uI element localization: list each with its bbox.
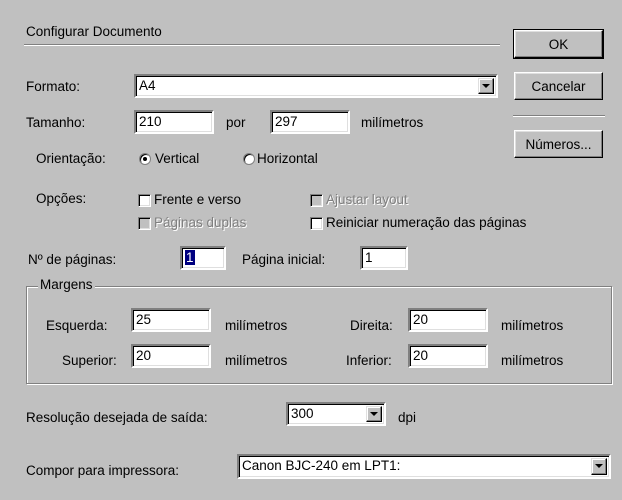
resolution-label: Resolução desejada de saída:: [26, 410, 208, 425]
restart-numbering-checkbox[interactable]: [310, 217, 323, 230]
format-combobox[interactable]: A4: [134, 74, 498, 98]
orientation-vertical-label[interactable]: Vertical: [155, 151, 199, 167]
margin-right-unit: milímetros: [501, 318, 564, 333]
orientation-label: Orientação:: [36, 151, 106, 166]
adjust-layout-checkbox: [310, 194, 323, 207]
dialog-heading: Configurar Documento: [26, 24, 162, 39]
height-input[interactable]: 297: [270, 110, 350, 134]
ok-button-label: OK: [548, 36, 569, 52]
margin-top-input[interactable]: 20: [131, 344, 211, 368]
margin-left-input[interactable]: 25: [131, 308, 211, 332]
margins-legend: Margens: [38, 277, 95, 293]
restart-numbering-label[interactable]: Reiniciar numeração das páginas: [326, 215, 526, 231]
resolution-unit: dpi: [398, 410, 417, 425]
options-label: Opções:: [36, 191, 87, 206]
margin-left-label: Esquerda:: [46, 318, 108, 333]
duplex-label[interactable]: Frente e verso: [154, 192, 241, 208]
margin-left-unit: milímetros: [225, 318, 288, 333]
adjust-layout-label: Ajustar layout: [326, 192, 408, 207]
printer-dropdown-arrow-icon[interactable]: [591, 458, 607, 475]
buttons-divider: [513, 115, 605, 117]
page-count-label: Nº de páginas:: [28, 252, 117, 267]
margin-bottom-input[interactable]: 20: [408, 344, 488, 368]
orientation-vertical-radio[interactable]: [139, 153, 151, 165]
cancel-button[interactable]: Cancelar: [514, 72, 603, 100]
numbers-button-label: Números...: [525, 136, 592, 152]
resolution-combobox[interactable]: 300: [286, 402, 386, 426]
margin-right-label: Direita:: [350, 318, 393, 333]
heading-divider: [24, 44, 500, 46]
margin-top-unit: milímetros: [225, 353, 288, 368]
orientation-horizontal-radio[interactable]: [243, 153, 255, 165]
margin-right-input[interactable]: 20: [408, 308, 488, 332]
numbers-button[interactable]: Números...: [514, 130, 603, 158]
double-pages-checkbox: [138, 217, 151, 230]
margin-top-label: Superior:: [62, 353, 117, 368]
width-input[interactable]: 210: [134, 110, 214, 134]
format-label: Formato:: [26, 79, 81, 94]
size-by-label: por: [226, 115, 246, 130]
size-unit-label: milímetros: [361, 115, 424, 130]
margin-bottom-label: Inferior:: [346, 353, 392, 368]
page-count-value: 1: [185, 250, 195, 265]
printer-label: Compor para impressora:: [26, 463, 180, 478]
ok-button[interactable]: OK: [513, 29, 604, 59]
printer-value: Canon BJC-240 em LPT1:: [242, 458, 401, 473]
orientation-horizontal-label[interactable]: Horizontal: [257, 151, 318, 167]
margins-group: [26, 286, 612, 384]
duplex-checkbox[interactable]: [138, 194, 151, 207]
cancel-button-label: Cancelar: [531, 78, 586, 94]
page-count-input[interactable]: 1: [180, 246, 226, 270]
size-label: Tamanho:: [26, 115, 86, 130]
configurar-documento-dialog: Configurar Documento OK Cancelar Números…: [0, 0, 622, 500]
printer-combobox[interactable]: Canon BJC-240 em LPT1:: [237, 454, 611, 479]
resolution-dropdown-arrow-icon[interactable]: [366, 406, 382, 422]
start-page-label: Página inicial:: [242, 252, 326, 267]
resolution-value: 300: [291, 406, 314, 421]
start-page-input[interactable]: 1: [360, 246, 408, 270]
format-dropdown-arrow-icon[interactable]: [478, 78, 494, 94]
margin-bottom-unit: milímetros: [501, 353, 564, 368]
format-value: A4: [139, 78, 156, 93]
double-pages-label: Páginas duplas: [154, 215, 247, 230]
